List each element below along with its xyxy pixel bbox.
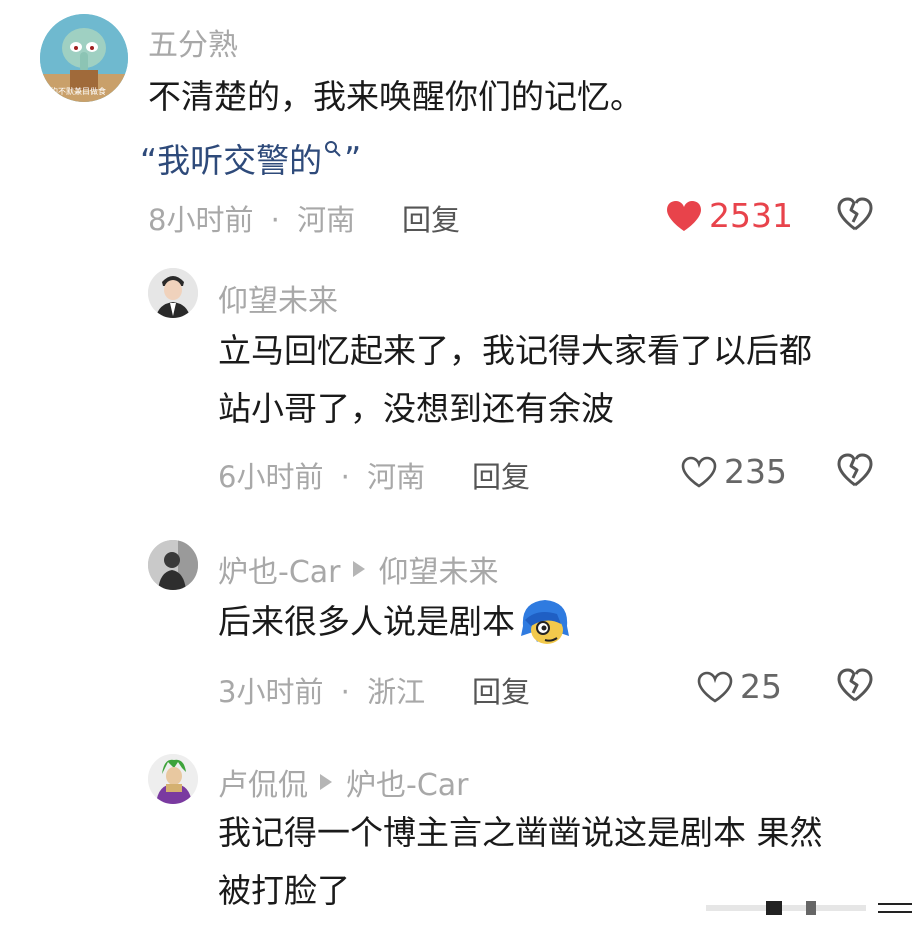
comment-text: 立马回忆起来了，我记得大家看了以后都 站小哥了，没想到还有余波 (218, 331, 812, 428)
dislike-button[interactable] (836, 196, 874, 236)
reply-arrow-icon (352, 561, 365, 577)
username-with-reply-target[interactable]: 卢侃侃 炉也-Car (218, 760, 469, 804)
broken-heart-icon (837, 668, 873, 702)
heart-filled-icon (667, 200, 701, 231)
heart-outline-icon (697, 671, 733, 703)
person-photo-avatar-icon (148, 540, 198, 590)
scroll-indicator (706, 900, 912, 915)
broken-heart-icon (837, 197, 873, 231)
broken-heart-icon (837, 453, 873, 487)
comment-item: 我约不默兼目做食 五分熟 不清楚的，我来唤醒你们的记忆。 “我听交警的 ” 8小… (0, 0, 922, 250)
avatar[interactable] (148, 540, 198, 590)
avatar[interactable] (148, 268, 198, 318)
reply-button[interactable]: 回复 (402, 197, 460, 239)
username[interactable]: 五分熟 (148, 20, 238, 64)
username[interactable]: 仰望未来 (218, 276, 338, 320)
avatar[interactable]: 我约不默兼目做食 (40, 14, 128, 102)
reply-target: 炉也-Car (346, 768, 469, 803)
like-button[interactable]: 2531 (665, 196, 793, 235)
blue-hair-face-emoji-icon (521, 600, 569, 644)
heart-outline-icon (681, 456, 717, 488)
comment-meta: 6小时前 · 河南 (218, 460, 426, 494)
reply-button[interactable]: 回复 (472, 454, 530, 496)
man-in-suit-avatar-icon (148, 268, 198, 318)
dislike-button[interactable] (836, 452, 874, 492)
comment-meta: 8小时前 · 河南 (148, 203, 356, 237)
reply-arrow-icon (320, 774, 332, 790)
search-icon (325, 141, 341, 157)
comment-meta: 3小时前 · 浙江 (218, 675, 426, 709)
dislike-button[interactable] (836, 667, 874, 707)
broly-avatar-icon (148, 754, 198, 804)
avatar[interactable] (148, 754, 198, 804)
comment-text: 后来很多人说是剧本 (218, 593, 573, 651)
like-button[interactable]: 235 (680, 452, 787, 491)
like-count: 25 (740, 667, 782, 706)
like-count: 235 (724, 452, 787, 491)
reply-target: 仰望未来 (378, 555, 499, 590)
quoted-search-link[interactable]: “我听交警的 ” (140, 134, 361, 182)
like-count: 2531 (709, 196, 793, 235)
reply-item: 炉也-Car 仰望未来 后来很多人说是剧本 3小时前 · 浙江 回复 25 (0, 535, 922, 725)
reply-item: 仰望未来 立马回忆起来了，我记得大家看了以后都 站小哥了，没想到还有余波 6小时… (0, 260, 922, 510)
like-button[interactable]: 25 (696, 667, 782, 706)
username-with-reply-target[interactable]: 炉也-Car 仰望未来 (218, 547, 499, 591)
comment-text: 不清楚的，我来唤醒你们的记忆。 (148, 77, 643, 116)
reply-button[interactable]: 回复 (472, 669, 530, 711)
avatar-caption: 我约不默兼目做食 (42, 87, 106, 96)
